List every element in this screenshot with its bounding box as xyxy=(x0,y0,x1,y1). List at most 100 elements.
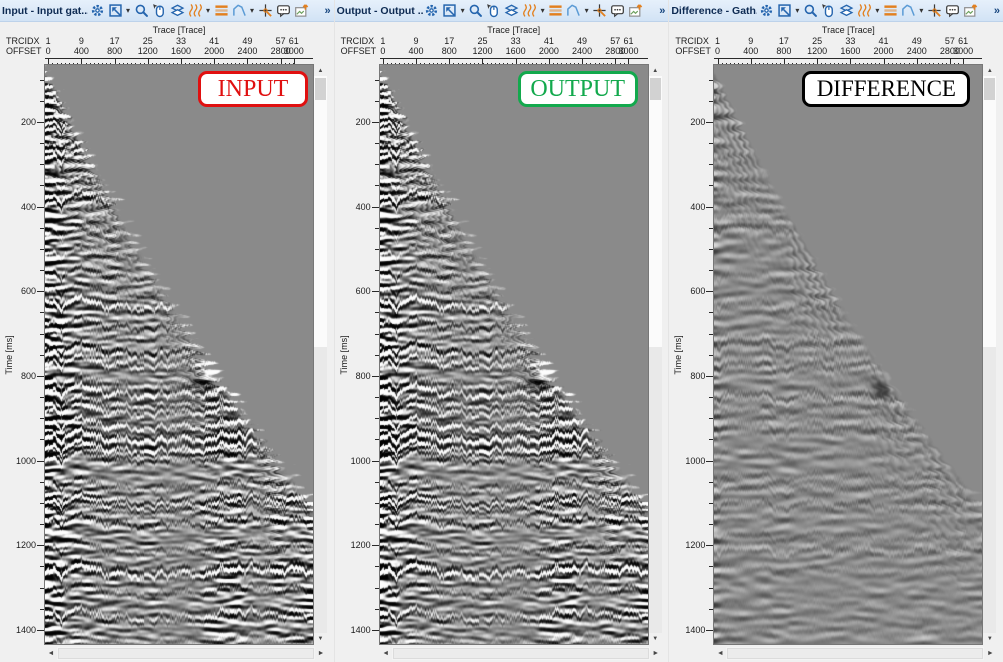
fit-view-icon[interactable] xyxy=(106,2,124,20)
layers-icon[interactable] xyxy=(168,2,186,20)
vertical-scroll-track[interactable] xyxy=(983,76,996,347)
settings-icon[interactable] xyxy=(88,2,106,20)
mouse-select-icon[interactable] xyxy=(819,2,837,20)
time-tick-label: 1400 xyxy=(685,625,705,635)
trace-axis-header: Trace [Trace] TRCIDX 1917253341495761 OF… xyxy=(669,22,1003,65)
panel-title: Input - Input gat... xyxy=(2,5,88,17)
vertical-scrollbar[interactable]: ▲ ▼ xyxy=(314,65,327,644)
time-tick-label: 1000 xyxy=(351,456,371,466)
vertical-scroll-thumb[interactable] xyxy=(984,78,995,100)
scroll-up-button[interactable]: ▲ xyxy=(983,65,996,76)
toolbar-overflow-chevron[interactable]: » xyxy=(994,5,1001,17)
toolbar-overflow-chevron[interactable]: » xyxy=(325,5,332,17)
scroll-right-button[interactable]: ► xyxy=(315,647,327,660)
trcidx-values: 1917253341495761 xyxy=(380,36,648,46)
time-axis-label: Time [ms] xyxy=(339,335,349,374)
panel-badge: INPUT xyxy=(198,71,308,107)
offset-tick-label: 1600 xyxy=(506,46,526,56)
wiggle-display-icon[interactable] xyxy=(186,2,204,20)
panel-body: Time [ms] 200400600800100012001400 DIFFE… xyxy=(669,65,1003,644)
scroll-down-button[interactable]: ▼ xyxy=(314,633,327,644)
time-tick xyxy=(372,630,380,631)
toolbar-icons: ▾ ▾ ▾ » xyxy=(757,2,1001,20)
crosshair-icon[interactable] xyxy=(925,2,943,20)
vertical-scroll-track[interactable] xyxy=(649,76,662,347)
vertical-scroll-track[interactable] xyxy=(649,347,662,633)
wiggle-display-icon[interactable] xyxy=(855,2,873,20)
density-display-icon[interactable] xyxy=(881,2,899,20)
layers-icon[interactable] xyxy=(837,2,855,20)
vertical-scroll-thumb[interactable] xyxy=(650,78,661,100)
wiggle-display-icon[interactable] xyxy=(521,2,539,20)
trace-axis-title: Trace [Trace] xyxy=(380,25,648,35)
polygon-pick-icon[interactable] xyxy=(565,2,583,20)
dropdown-caret-icon[interactable]: ▾ xyxy=(583,6,591,15)
dropdown-caret-icon[interactable]: ▾ xyxy=(124,6,132,15)
dropdown-caret-icon[interactable]: ▾ xyxy=(793,6,801,15)
export-image-icon[interactable] xyxy=(961,2,979,20)
scroll-up-button[interactable]: ▲ xyxy=(314,65,327,76)
horizontal-scroll-thumb[interactable] xyxy=(58,648,314,659)
vertical-scroll-thumb[interactable] xyxy=(315,78,326,100)
polygon-pick-icon[interactable] xyxy=(230,2,248,20)
scroll-right-button[interactable]: ► xyxy=(650,647,662,660)
export-image-icon[interactable] xyxy=(627,2,645,20)
density-display-icon[interactable] xyxy=(212,2,230,20)
crosshair-icon[interactable] xyxy=(256,2,274,20)
scroll-down-button[interactable]: ▼ xyxy=(983,633,996,644)
mouse-select-icon[interactable] xyxy=(485,2,503,20)
scroll-right-button[interactable]: ► xyxy=(984,647,996,660)
vertical-scrollbar[interactable]: ▲ ▼ xyxy=(649,65,662,644)
horizontal-scrollbar[interactable]: ◄ ► xyxy=(380,647,662,660)
trace-tick-label: 9 xyxy=(414,36,419,46)
offset-values: 0400800120016002000240028003000 xyxy=(714,46,982,56)
dropdown-caret-icon[interactable]: ▾ xyxy=(917,6,925,15)
dropdown-caret-icon[interactable]: ▾ xyxy=(248,6,256,15)
trace-tick-label: 49 xyxy=(242,36,252,46)
toolbar-icons: ▾ ▾ ▾ » xyxy=(423,2,667,20)
comment-icon[interactable] xyxy=(274,2,292,20)
toolbar-overflow-chevron[interactable]: » xyxy=(659,5,666,17)
horizontal-scroll-thumb[interactable] xyxy=(727,648,983,659)
mouse-select-icon[interactable] xyxy=(150,2,168,20)
density-display-icon[interactable] xyxy=(547,2,565,20)
comment-icon[interactable] xyxy=(943,2,961,20)
scroll-left-button[interactable]: ◄ xyxy=(45,647,57,660)
fit-view-icon[interactable] xyxy=(775,2,793,20)
dropdown-caret-icon[interactable]: ▾ xyxy=(539,6,547,15)
settings-icon[interactable] xyxy=(757,2,775,20)
seismic-image[interactable] xyxy=(714,65,982,644)
comment-icon[interactable] xyxy=(609,2,627,20)
trcidx-label: TRCIDX xyxy=(675,36,709,46)
vertical-scroll-track[interactable] xyxy=(314,347,327,633)
layers-icon[interactable] xyxy=(503,2,521,20)
zoom-icon[interactable] xyxy=(132,2,150,20)
vertical-scroll-track[interactable] xyxy=(314,76,327,347)
crosshair-icon[interactable] xyxy=(591,2,609,20)
horizontal-scrollbar[interactable]: ◄ ► xyxy=(45,647,327,660)
dropdown-caret-icon[interactable]: ▾ xyxy=(873,6,881,15)
time-tick xyxy=(372,376,380,377)
dropdown-caret-icon[interactable]: ▾ xyxy=(204,6,212,15)
vertical-scroll-track[interactable] xyxy=(983,347,996,633)
scroll-left-button[interactable]: ◄ xyxy=(380,647,392,660)
settings-icon[interactable] xyxy=(423,2,441,20)
export-image-icon[interactable] xyxy=(292,2,310,20)
time-tick-label: 400 xyxy=(356,202,371,212)
seismic-image[interactable] xyxy=(45,65,313,644)
trace-tick-label: 25 xyxy=(812,36,822,46)
vertical-scrollbar[interactable]: ▲ ▼ xyxy=(983,65,996,644)
time-tick-label: 800 xyxy=(21,371,36,381)
seismic-image[interactable] xyxy=(380,65,648,644)
polygon-pick-icon[interactable] xyxy=(899,2,917,20)
zoom-icon[interactable] xyxy=(801,2,819,20)
zoom-icon[interactable] xyxy=(467,2,485,20)
scroll-left-button[interactable]: ◄ xyxy=(714,647,726,660)
horizontal-scroll-thumb[interactable] xyxy=(393,648,649,659)
time-tick-label: 1000 xyxy=(685,456,705,466)
horizontal-scrollbar[interactable]: ◄ ► xyxy=(714,647,996,660)
dropdown-caret-icon[interactable]: ▾ xyxy=(459,6,467,15)
fit-view-icon[interactable] xyxy=(441,2,459,20)
scroll-down-button[interactable]: ▼ xyxy=(649,633,662,644)
scroll-up-button[interactable]: ▲ xyxy=(649,65,662,76)
